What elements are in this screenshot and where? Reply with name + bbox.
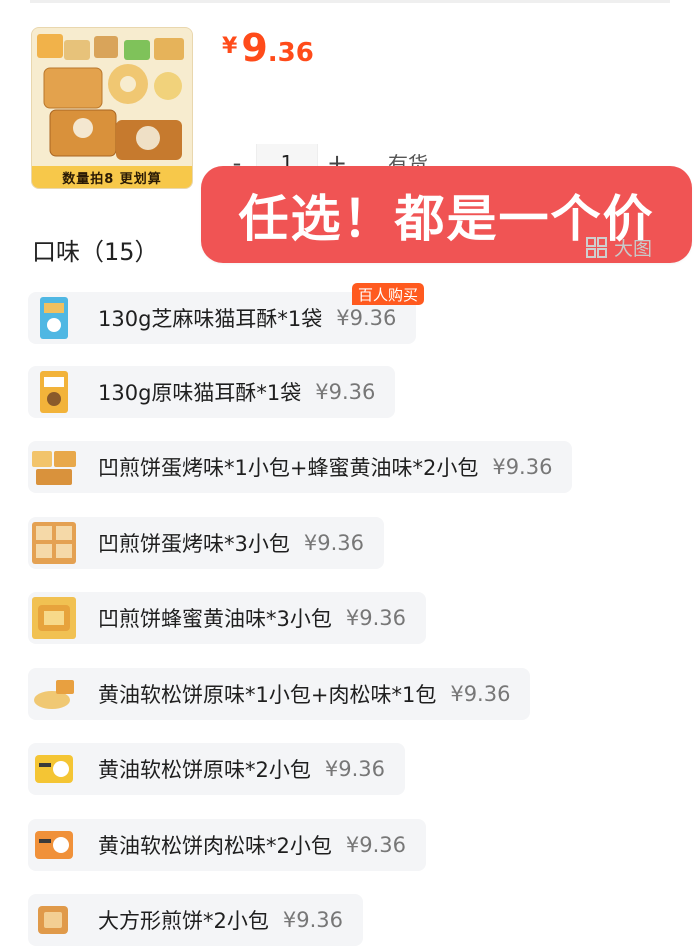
- option-label: 凹煎饼蛋烤味*1小包+蜂蜜黄油味*2小包: [98, 456, 479, 480]
- pancake-icon: [34, 680, 74, 709]
- option-label: 黄油软松饼肉松味*2小包: [98, 834, 332, 858]
- option-label: 大方形煎饼*2小包: [98, 909, 269, 933]
- snack-product-image: [32, 28, 192, 168]
- option-chip[interactable]: 凹煎饼蜂蜜黄油味*3小包 ¥9.36: [28, 592, 426, 644]
- option-thumbnail: [30, 670, 78, 718]
- option-price: ¥9.36: [315, 380, 376, 404]
- option-thumbnail: [30, 443, 78, 491]
- product-price: ¥9.36: [222, 26, 314, 70]
- option-price: ¥9.36: [450, 682, 511, 706]
- big-image-label: 大图: [614, 238, 653, 260]
- option-chip[interactable]: 凹煎饼蛋烤味*3小包 ¥9.36: [28, 517, 384, 569]
- waffle-icon: [32, 597, 76, 639]
- option-thumbnail: [30, 896, 78, 944]
- product-thumbnail[interactable]: 数量拍8 更划算: [31, 27, 193, 189]
- price-decimal: .36: [267, 38, 314, 68]
- big-image-link[interactable]: 大图: [586, 234, 652, 261]
- option-thumbnail: [30, 745, 78, 793]
- option-price: ¥9.36: [345, 833, 406, 857]
- waffle-pack-icon: [32, 522, 76, 564]
- price-integer: 9: [241, 26, 268, 70]
- option-label: 130g芝麻味猫耳酥*1袋: [98, 307, 323, 331]
- option-label: 凹煎饼蛋烤味*3小包: [98, 532, 290, 556]
- square-pancake-icon: [38, 906, 68, 934]
- option-thumbnail: [30, 821, 78, 869]
- snack-pack-icon: [35, 831, 73, 859]
- option-chip[interactable]: 大方形煎饼*2小包 ¥9.36: [28, 894, 363, 946]
- option-chip[interactable]: 黄油软松饼原味*2小包 ¥9.36: [28, 743, 405, 795]
- option-price: ¥9.36: [324, 757, 385, 781]
- option-thumbnail: [30, 519, 78, 567]
- top-divider: [30, 0, 670, 3]
- price-currency: ¥: [222, 34, 238, 59]
- thumbnail-caption: 数量拍8 更划算: [32, 166, 192, 188]
- option-price: ¥9.36: [303, 531, 364, 555]
- option-chip[interactable]: 黄油软松饼肉松味*2小包 ¥9.36: [28, 819, 426, 871]
- option-label: 黄油软松饼原味*1小包+肉松味*1包: [98, 683, 437, 707]
- option-price: ¥9.36: [336, 306, 397, 330]
- waffle-pack-icon: [32, 451, 76, 485]
- option-thumbnail: [30, 594, 78, 642]
- popular-badge: 百人购买: [352, 283, 425, 305]
- snack-bag-icon: [40, 297, 68, 339]
- option-chip[interactable]: 黄油软松饼原味*1小包+肉松味*1包 ¥9.36: [28, 668, 531, 720]
- grid-icon: [586, 236, 607, 258]
- option-chip[interactable]: 凹煎饼蛋烤味*1小包+蜂蜜黄油味*2小包 ¥9.36: [28, 441, 573, 493]
- option-label: 凹煎饼蜂蜜黄油味*3小包: [98, 607, 332, 631]
- option-price: ¥9.36: [345, 606, 406, 630]
- option-chip[interactable]: 130g原味猫耳酥*1袋 ¥9.36: [28, 366, 396, 418]
- option-price: ¥9.36: [282, 908, 343, 932]
- snack-pack-icon: [35, 755, 73, 783]
- option-thumbnail: [30, 368, 78, 416]
- option-price: ¥9.36: [492, 455, 553, 479]
- snack-bag-icon: [40, 371, 68, 413]
- flavor-section-title: 口味（15）: [32, 238, 159, 266]
- option-thumbnail: [30, 294, 78, 342]
- option-label: 黄油软松饼原味*2小包: [98, 758, 311, 782]
- option-label: 130g原味猫耳酥*1袋: [98, 381, 302, 405]
